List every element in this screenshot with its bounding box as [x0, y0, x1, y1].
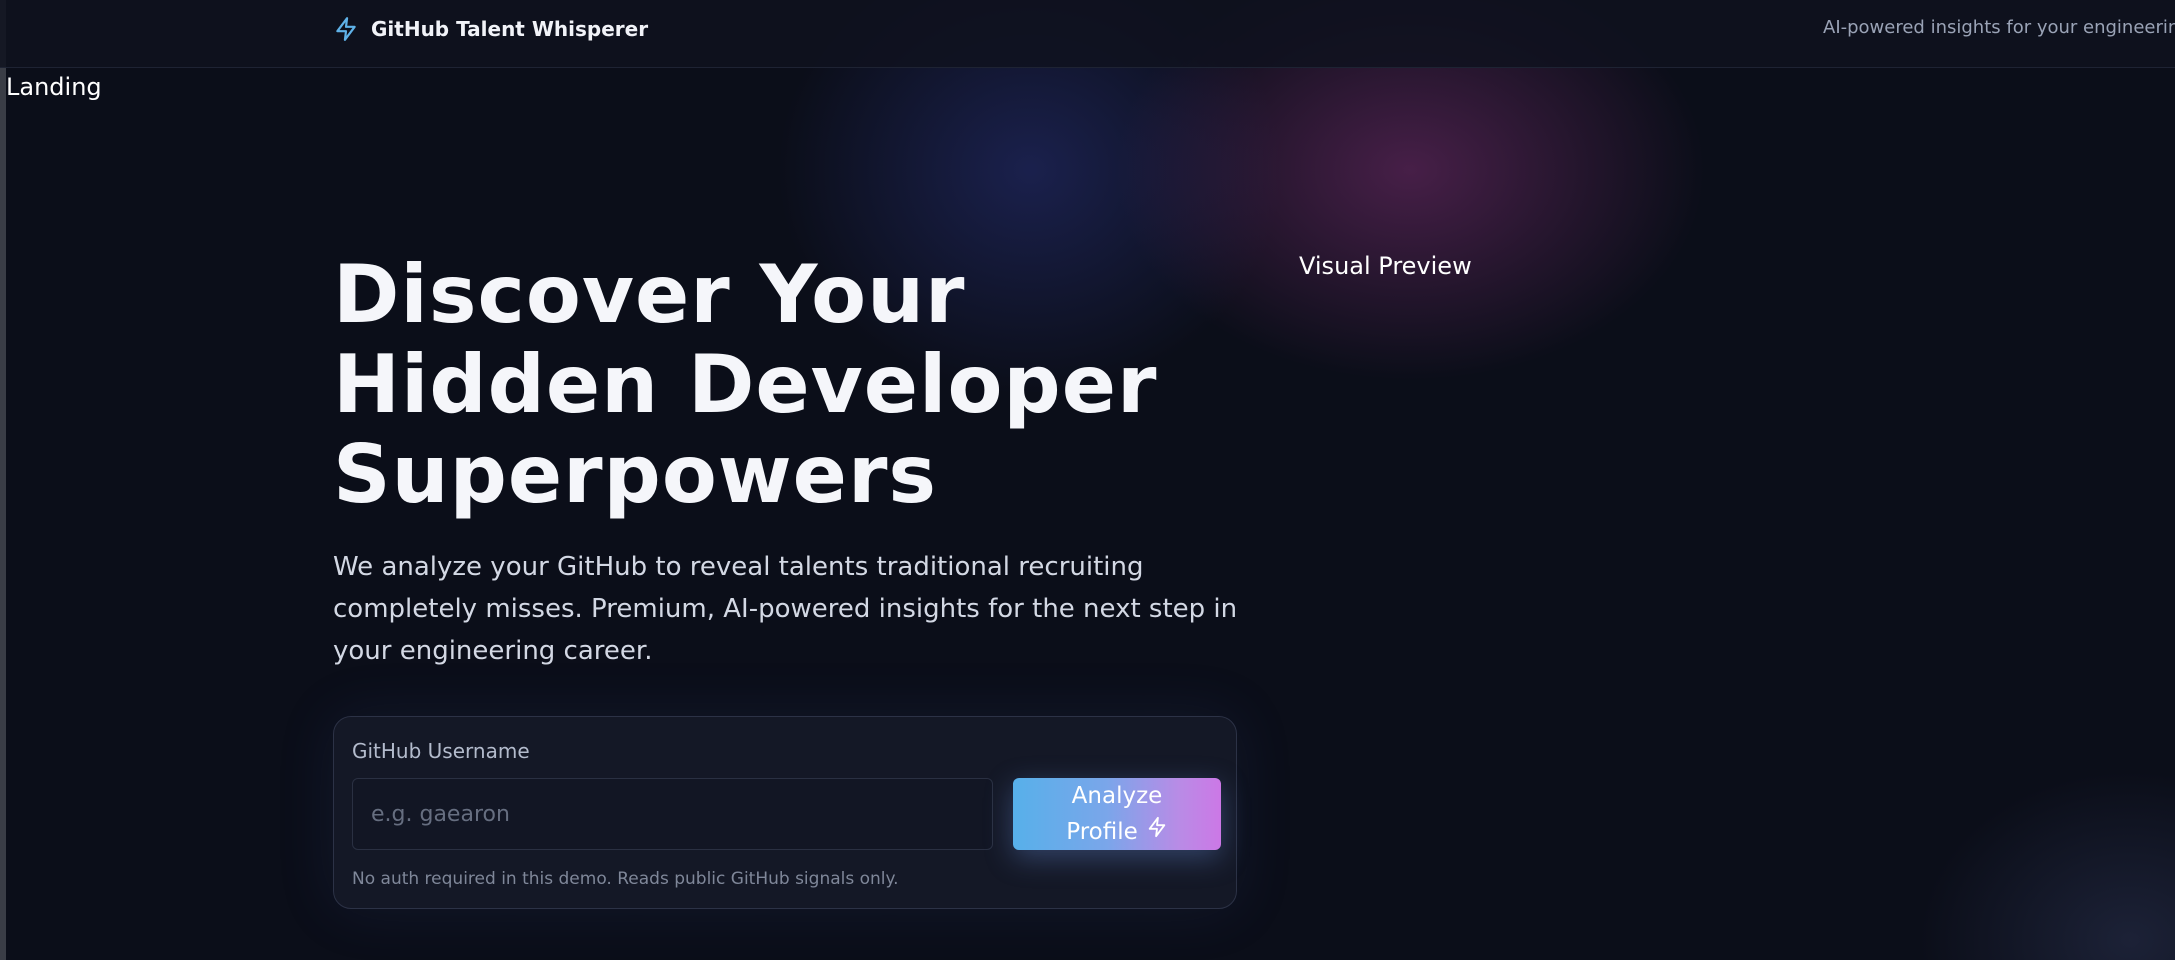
analyze-profile-button[interactable]: Analyze Profile [1013, 778, 1221, 850]
hero-title: Discover Your Hidden Developer Superpowe… [333, 250, 1233, 520]
visual-preview-label: Visual Preview [1299, 252, 1472, 280]
form-note: No auth required in this demo. Reads pub… [352, 869, 899, 889]
lightning-bolt-icon [1146, 814, 1168, 850]
lightning-bolt-icon [333, 14, 359, 44]
brand-name: GitHub Talent Whisperer [371, 17, 649, 41]
analyze-form: GitHub Username Analyze Profile No auth … [333, 716, 1237, 909]
hero-title-line: Discover Your [333, 248, 966, 341]
hero-subtitle: We analyze your GitHub to reveal talents… [333, 552, 1238, 666]
analyze-button-content: Analyze Profile [1033, 778, 1201, 851]
hero-title-line: Hidden Developer [333, 338, 1158, 431]
landing-page: GitHub Talent Whisperer AI-powered insig… [0, 0, 2175, 960]
route-label: Landing [6, 73, 102, 101]
window-edge [0, 0, 6, 960]
hero-title-line: Superpowers [333, 428, 938, 521]
header-tagline: AI-powered insights for your engineering… [1823, 17, 2175, 38]
brand-link[interactable]: GitHub Talent Whisperer [333, 13, 648, 45]
username-input[interactable] [352, 778, 993, 850]
username-label: GitHub Username [352, 739, 530, 763]
top-navbar: GitHub Talent Whisperer AI-powered insig… [0, 0, 2175, 68]
